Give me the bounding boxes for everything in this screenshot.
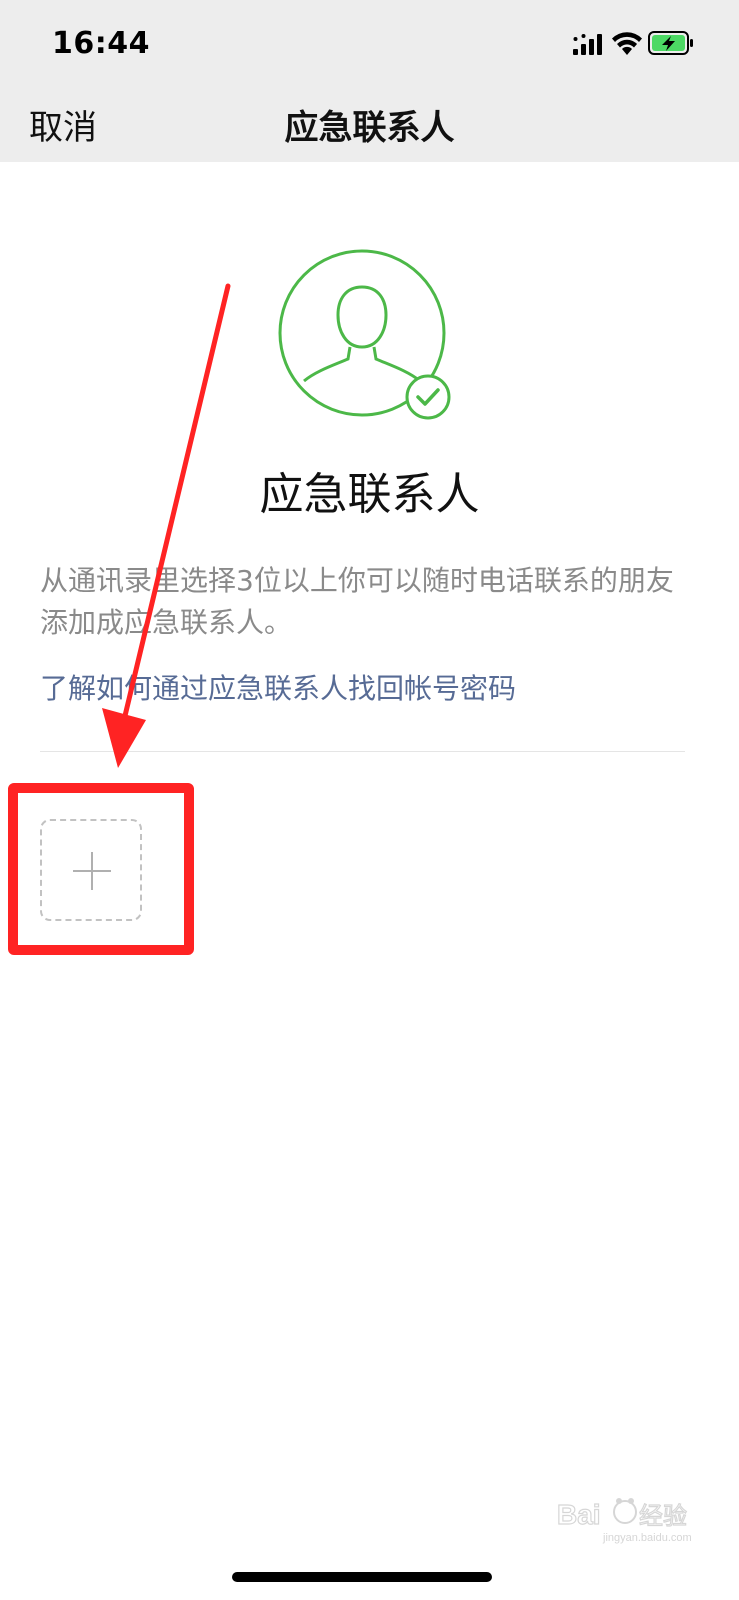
signal-icon [573,34,602,55]
user-verified-icon [278,249,451,420]
baidu-logo-icon: Bai 经验 [556,1498,688,1531]
svg-text:Bai: Bai [557,1499,601,1530]
annotation-arrow [102,283,231,768]
baidu-watermark: Bai 经验 jingyan.baidu.com [555,1488,705,1558]
page-title: 应急联系人 [284,108,455,148]
watermark-url: jingyan.baidu.com [603,1532,692,1544]
wifi-icon [612,32,642,55]
svg-text:经验: 经验 [639,1503,687,1530]
top-bar: 16:44 取消 应急联系人 [0,0,739,162]
home-indicator[interactable] [232,1572,492,1582]
status-time: 16:44 [52,26,150,61]
battery-charging-icon [648,31,693,55]
annotation-highlight-box [8,783,194,955]
